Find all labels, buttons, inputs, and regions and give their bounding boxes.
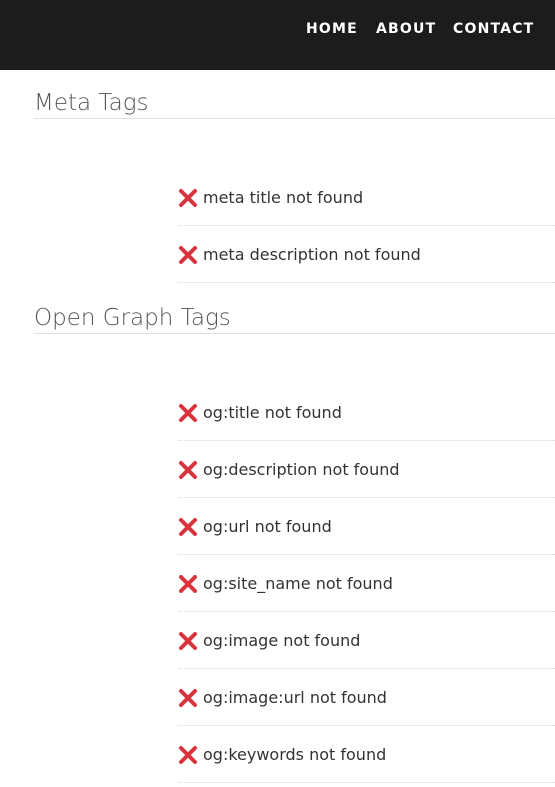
- check-row-label: og:keywords not found: [203, 745, 387, 764]
- cross-mark-icon: [179, 518, 197, 536]
- check-row-label: og:image not found: [203, 631, 361, 650]
- check-row-og-site-name: og:site_name not found: [178, 556, 555, 612]
- check-row-og-image-url: og:image:url not found: [178, 670, 555, 726]
- nav-link-contact[interactable]: CONTACT: [453, 20, 534, 38]
- open-graph-tags-heading: Open Graph Tags: [34, 303, 555, 334]
- check-row-og-url: og:url not found: [178, 499, 555, 555]
- cross-mark-icon: [179, 632, 197, 650]
- cross-mark-icon: [179, 575, 197, 593]
- check-row-og-image: og:image not found: [178, 613, 555, 669]
- check-row-label: meta title not found: [203, 188, 364, 207]
- check-row-meta-title: meta title not found: [178, 170, 555, 226]
- top-navbar: HOME ABOUT CONTACT: [0, 0, 555, 70]
- cross-mark-icon: [179, 404, 197, 422]
- meta-tags-heading: Meta Tags: [34, 88, 555, 119]
- check-row-label: og:title not found: [203, 403, 342, 422]
- nav-link-home[interactable]: HOME: [306, 20, 358, 38]
- cross-mark-icon: [179, 189, 197, 207]
- cross-mark-icon: [179, 246, 197, 264]
- check-row-label: og:image:url not found: [203, 688, 387, 707]
- check-row-label: og:description not found: [203, 460, 400, 479]
- cross-mark-icon: [179, 461, 197, 479]
- cross-mark-icon: [179, 689, 197, 707]
- check-row-meta-description: meta description not found: [178, 227, 555, 283]
- nav-link-about[interactable]: ABOUT: [376, 20, 436, 38]
- check-row-og-title: og:title not found: [178, 385, 555, 441]
- check-row-label: og:site_name not found: [203, 574, 393, 593]
- check-row-og-description: og:description not found: [178, 442, 555, 498]
- check-row-label: og:url not found: [203, 517, 332, 536]
- check-row-og-keywords: og:keywords not found: [178, 727, 555, 783]
- cross-mark-icon: [179, 746, 197, 764]
- check-row-label: meta description not found: [203, 245, 421, 264]
